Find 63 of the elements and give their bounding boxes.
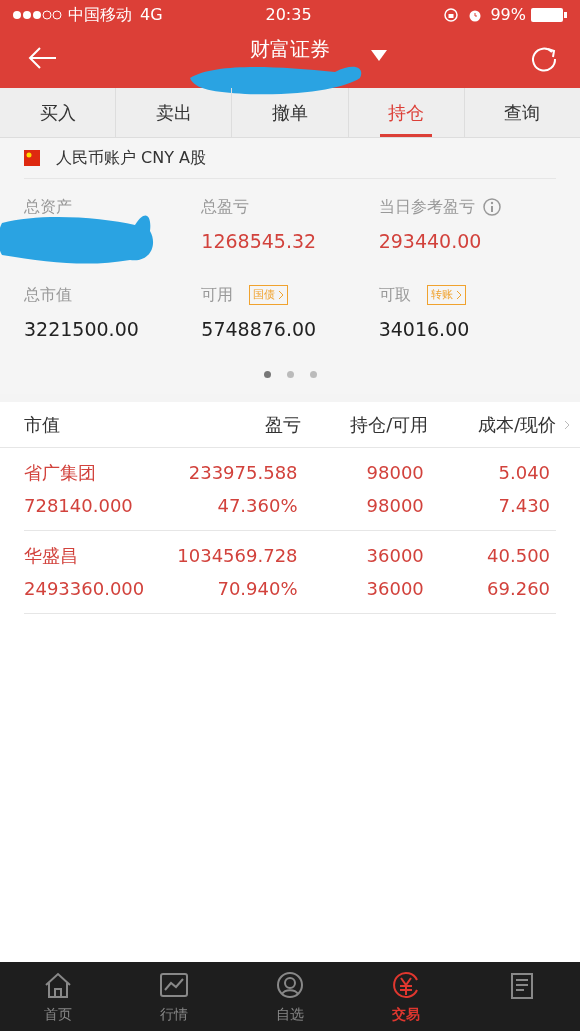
table-cell-text: 98000 [365, 461, 424, 485]
table-cell-text: 233975.588 [187, 461, 298, 485]
table-cell-text: 1034569.728 [176, 544, 298, 568]
table-cell-text: 5.040 [497, 461, 551, 485]
china-flag-icon [24, 150, 40, 166]
account-name: 人民币账户 CNY A股 [56, 147, 207, 169]
tab[interactable]: 查询 [463, 88, 580, 137]
page-dot[interactable] [263, 371, 271, 378]
field-value: 5748876.00 [201, 318, 317, 340]
table-cell-text: 70.940% [216, 577, 298, 601]
tab[interactable]: 买入 [0, 88, 116, 137]
chevron-icon [278, 290, 285, 300]
nav-tab[interactable]: 行情 [160, 1004, 188, 1025]
network-label: 4G [140, 4, 163, 26]
alarm-icon [468, 8, 483, 22]
person-icon[interactable] [274, 970, 306, 1000]
column-header: 盈亏 [263, 413, 301, 437]
table-cell-text: 728140.000 [24, 494, 134, 518]
tab[interactable]: 撤单 [231, 88, 348, 137]
chevron-icon [563, 419, 570, 430]
back-arrow-icon[interactable] [27, 46, 57, 70]
table-cell-text: 40.500 [486, 544, 551, 568]
tab[interactable]: 卖出 [115, 88, 232, 137]
chevron-icon [455, 290, 462, 300]
refresh-icon[interactable] [530, 45, 558, 73]
table-cell-text: 98000 [365, 494, 424, 518]
field-value: 34016.00 [378, 318, 470, 340]
field-label: 可用 [201, 284, 234, 306]
nav-tab[interactable]: 交易 [392, 1004, 420, 1025]
page-dot[interactable] [309, 371, 317, 378]
signal-icon [12, 9, 64, 21]
table-cell-text: 36000 [365, 544, 424, 568]
dropdown-triangle-icon[interactable] [371, 50, 387, 62]
carrier-label: 中国移动 [68, 4, 132, 26]
table-cell-text: 省广集团 [24, 461, 97, 485]
table-cell-text: 华盛昌 [24, 544, 79, 568]
field-label: 总盈亏 [201, 196, 250, 218]
table-cell-text: 7.430 [497, 494, 551, 518]
time-label: 20:35 [265, 4, 313, 26]
table-cell-text: 36000 [365, 577, 424, 601]
field-label: 可取 [378, 284, 411, 306]
battery-percent: 99% [490, 4, 526, 26]
table-cell-text: 69.260 [486, 577, 551, 601]
table-cell-text: 2493360.000 [24, 577, 146, 601]
table-cell-text: 47.360% [216, 494, 298, 518]
page-dot[interactable] [286, 371, 294, 378]
field-label: 总市值 [24, 284, 72, 306]
field-value: 293440.00 [378, 230, 482, 252]
column-header: 市值 [24, 413, 61, 437]
field-label: 当日参考盈亏 [378, 196, 475, 218]
info-icon[interactable] [482, 198, 501, 216]
battery-icon [530, 7, 568, 23]
column-header: 持仓/可用 [349, 413, 429, 437]
lock-rotation-icon [444, 8, 459, 22]
field-label: 总资产 [24, 196, 72, 218]
field-value: 1268545.32 [201, 230, 317, 252]
tab[interactable]: 持仓 [347, 88, 464, 137]
nav-tab[interactable]: 自选 [276, 1004, 304, 1025]
page-title: 财富证券 [250, 36, 330, 63]
nav-tab[interactable]: 首页 [44, 1004, 72, 1025]
chart-icon[interactable] [158, 970, 190, 1000]
field-value: 3221500.00 [24, 318, 139, 340]
column-header[interactable]: 成本/现价 [428, 411, 556, 438]
